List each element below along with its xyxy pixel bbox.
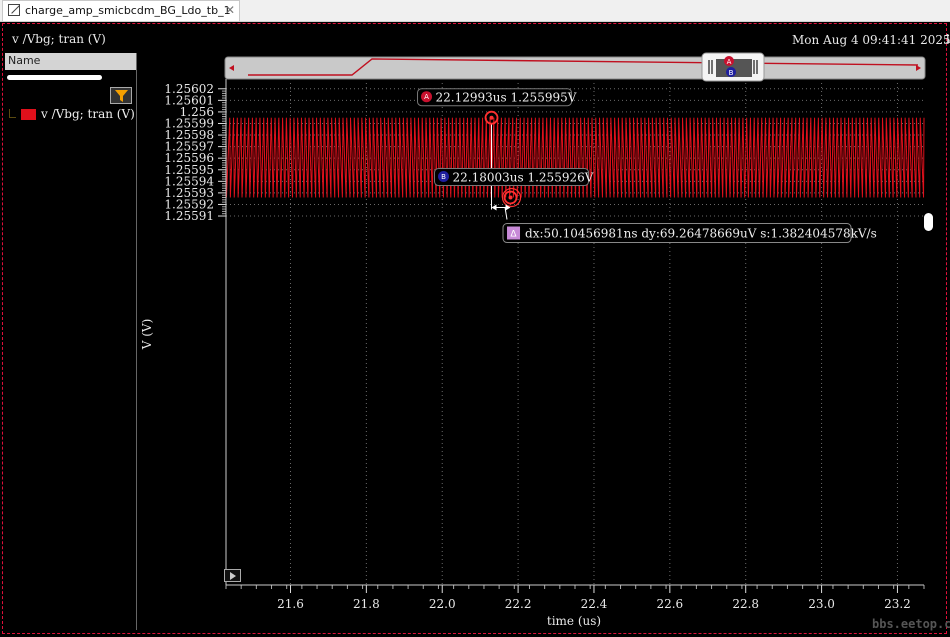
svg-text:Δ: Δ	[510, 230, 517, 240]
x-tick-label: 22.8	[732, 597, 759, 611]
y-axis-label: V (V)	[140, 319, 154, 351]
play-icon[interactable]	[224, 569, 241, 582]
marker-a-tag[interactable]: A 22.12993us 1.255995V	[417, 88, 577, 107]
x-tick-label: 21.8	[353, 597, 380, 611]
x-axis-label: time (us)	[547, 614, 601, 628]
x-tick-label: 23.2	[884, 597, 911, 611]
marker-b-id: B	[441, 173, 446, 181]
marker-a-dot	[489, 115, 494, 120]
overview-strip[interactable]: A B	[224, 52, 926, 82]
marker-a-id: A	[424, 93, 429, 101]
delta-arrow	[491, 204, 511, 220]
marker-a-readout: 22.12993us 1.255995V	[436, 91, 577, 105]
overview-window-handle[interactable]: A B	[701, 52, 765, 82]
waveform-chart[interactable]: A B 1.255911.255921.255931.255941.255951…	[0, 0, 950, 637]
marker-b-readout: 22.18003us 1.255926V	[453, 171, 594, 185]
x-tick-label: 22.6	[656, 597, 683, 611]
delta-tag[interactable]: Δ dx:50.10456981ns dy:69.26478669uV s:1.…	[502, 223, 877, 244]
x-tick-label: 22.0	[429, 597, 456, 611]
vertical-scroll-handle[interactable]	[924, 213, 933, 231]
watermark: bbs.eetop.cn	[872, 617, 950, 631]
x-tick-label: 22.4	[581, 597, 608, 611]
marker-b-tag[interactable]: B 22.18003us 1.255926V	[434, 168, 594, 187]
y-tick-label: 1.25602	[164, 82, 214, 96]
x-tick-label: 21.6	[277, 597, 304, 611]
overview-marker-b-label: B	[729, 69, 734, 77]
delta-readout: dx:50.10456981ns dy:69.26478669uV s:1.38…	[525, 227, 877, 241]
x-tick-label: 22.2	[505, 597, 532, 611]
x-tick-label: 23.0	[808, 597, 835, 611]
marker-b-dot	[508, 195, 513, 200]
overview-marker-a-label: A	[727, 58, 732, 66]
